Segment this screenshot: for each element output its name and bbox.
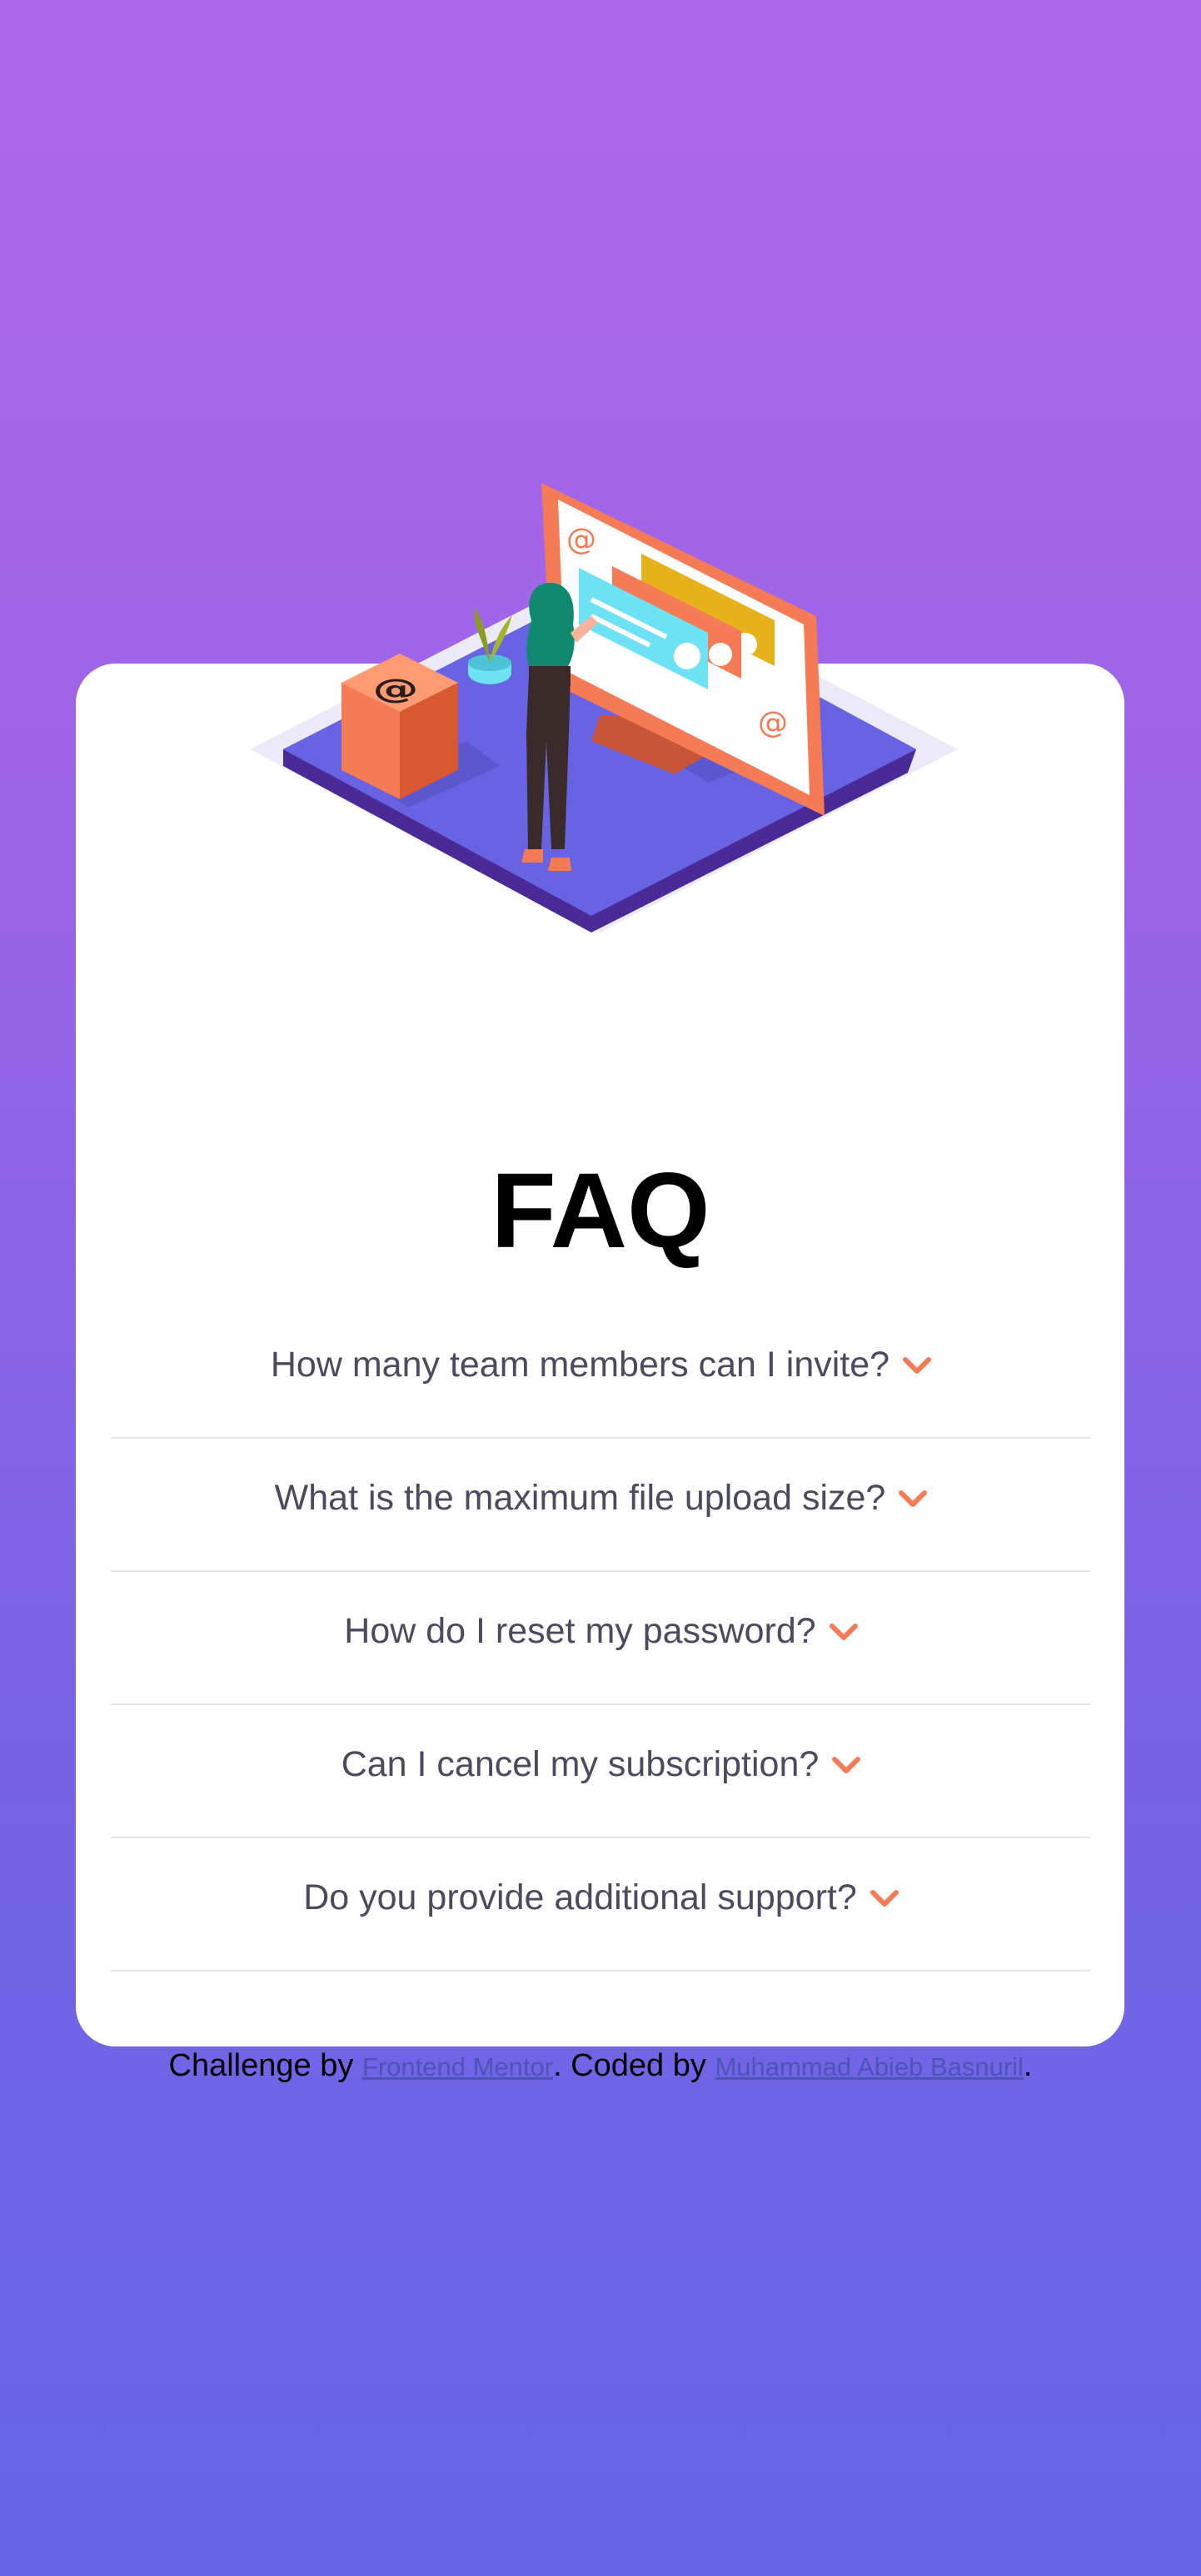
chevron-down-icon (832, 1757, 861, 1773)
page-title: FAQ (491, 1151, 710, 1271)
svg-text:@: @ (758, 706, 788, 740)
faq-question: Do you provide additional support? (303, 1877, 857, 1917)
faq-item[interactable]: Do you provide additional support? (111, 1838, 1091, 1972)
faq-question: How many team members can I invite? (270, 1345, 890, 1385)
faq-list: How many team members can I invite? What… (111, 1305, 1091, 1972)
faq-item[interactable]: How do I reset my password? (111, 1572, 1091, 1705)
attribution-footer: Challenge by Frontend Mentor. Coded by M… (0, 2045, 1201, 2088)
faq-question: Can I cancel my subscription? (341, 1744, 820, 1784)
attribution-middle: . Coded by (553, 2048, 706, 2083)
chevron-down-icon (903, 1357, 932, 1374)
faq-item[interactable]: How many team members can I invite? (111, 1305, 1091, 1439)
faq-item[interactable]: What is the maximum file upload size? (111, 1439, 1091, 1572)
chevron-down-icon (870, 1890, 899, 1907)
frontend-mentor-link[interactable]: Frontend Mentor (362, 2052, 553, 2081)
author-link[interactable]: Muhammad Abieb Basnuril (715, 2052, 1023, 2081)
svg-text:@: @ (373, 673, 419, 705)
woman-online-illustration: @ @ @ (250, 483, 958, 932)
faq-question: How do I reset my password? (344, 1611, 816, 1651)
chevron-down-icon (829, 1624, 858, 1640)
faq-item[interactable]: Can I cancel my subscription? (111, 1705, 1091, 1838)
attribution-suffix: . (1023, 2048, 1033, 2083)
chevron-down-icon (899, 1490, 928, 1507)
faq-question: What is the maximum file upload size? (274, 1478, 886, 1518)
svg-text:@: @ (566, 523, 596, 557)
attribution-prefix: Challenge by (168, 2048, 354, 2083)
